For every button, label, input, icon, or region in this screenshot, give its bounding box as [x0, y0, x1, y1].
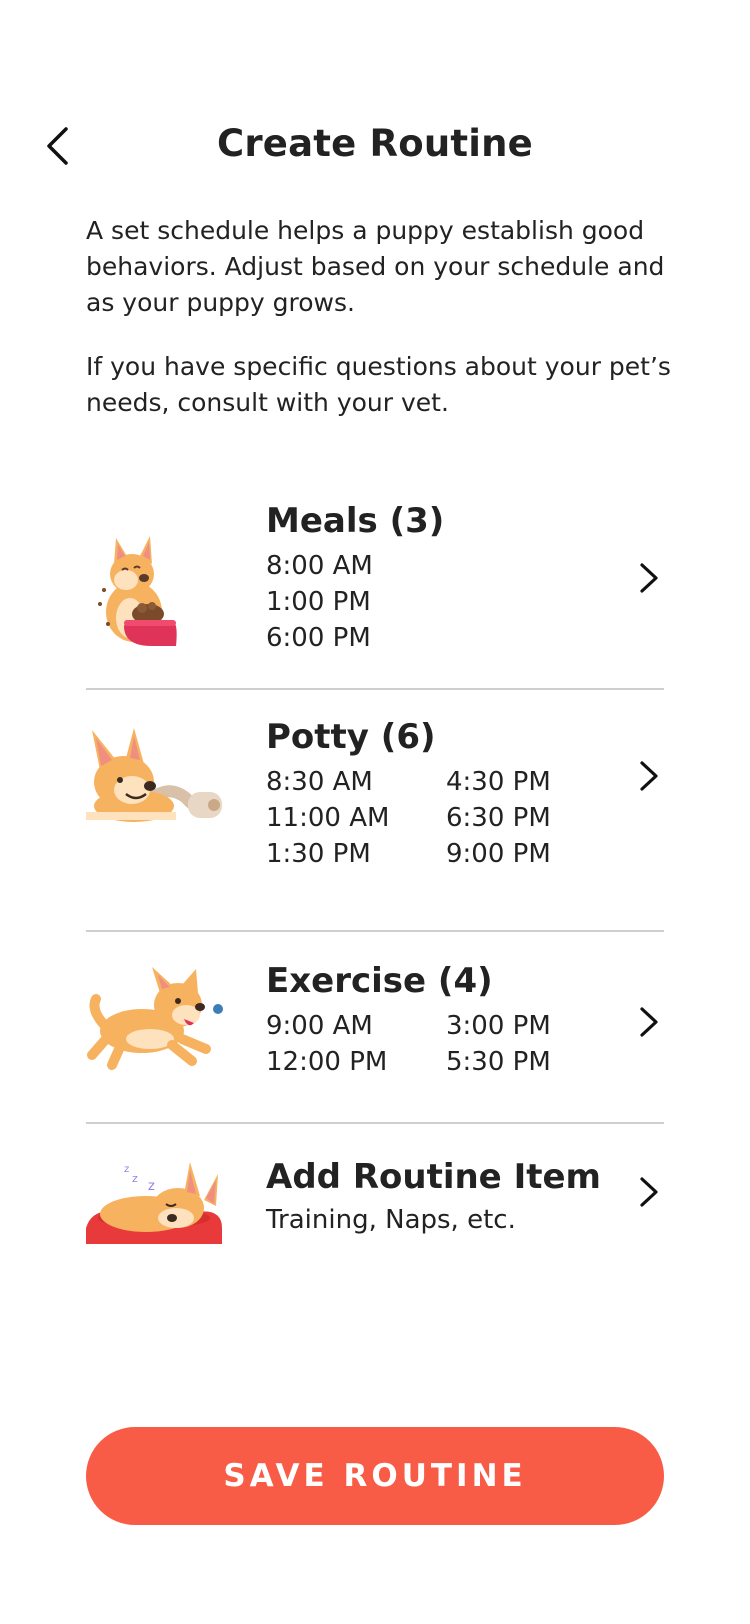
chevron-right-icon — [634, 1002, 664, 1042]
chevron-right-icon — [634, 558, 664, 598]
time-value: 6:00 PM — [266, 623, 371, 653]
time-value: 9:00 AM — [266, 1011, 373, 1041]
routine-item-potty[interactable]: Potty (6) 8:30 AM 4:30 PM 11:00 AM 6:30 … — [86, 690, 664, 932]
routine-item-exercise[interactable]: Exercise (4) 9:00 AM 3:00 PM 12:00 PM 5:… — [86, 932, 664, 1124]
time-value: 9:00 PM — [446, 839, 551, 869]
time-value: 4:30 PM — [446, 767, 551, 797]
time-value: 1:00 PM — [266, 587, 371, 617]
times-list: 8:00 AM 1:00 PM 6:00 PM — [266, 548, 664, 656]
routine-title: Potty (6) — [266, 717, 436, 757]
times-list: 8:30 AM 4:30 PM 11:00 AM 6:30 PM 1:30 PM… — [266, 764, 664, 872]
add-routine-item[interactable]: z z z Add Routine Item Training, Naps, e… — [86, 1124, 664, 1276]
intro-text: A set schedule helps a puppy establish g… — [86, 213, 676, 449]
time-value: 8:00 AM — [266, 551, 373, 581]
chevron-right-icon — [634, 1172, 664, 1212]
dog-sleeping-icon: z z z — [86, 1156, 266, 1244]
dog-running-icon — [86, 960, 266, 1080]
dog-eating-icon — [86, 500, 266, 688]
time-value: 8:30 AM — [266, 767, 373, 797]
chevron-right-icon — [634, 756, 664, 796]
time-value: 3:00 PM — [446, 1011, 551, 1041]
header: Create Routine — [0, 110, 750, 180]
routine-subtitle: Training, Naps, etc. — [266, 1205, 516, 1235]
save-routine-button[interactable]: SAVE ROUTINE — [86, 1427, 664, 1525]
routine-title: Exercise (4) — [266, 961, 493, 1001]
times-list: 9:00 AM 3:00 PM 12:00 PM 5:30 PM — [266, 1008, 664, 1080]
routine-item-meals[interactable]: Meals (3) 8:00 AM 1:00 PM 6:00 PM — [86, 500, 664, 690]
routine-title: Meals (3) — [266, 501, 445, 541]
dog-toilet-paper-icon — [86, 716, 266, 836]
time-value: 6:30 PM — [446, 803, 551, 833]
time-value: 1:30 PM — [266, 839, 371, 869]
time-value: 5:30 PM — [446, 1047, 551, 1077]
intro-paragraph-1: A set schedule helps a puppy establish g… — [86, 216, 665, 317]
intro-paragraph-2: If you have specific questions about you… — [86, 352, 671, 417]
svg-text:z: z — [132, 1172, 138, 1185]
svg-text:z: z — [124, 1164, 129, 1175]
svg-text:z: z — [148, 1179, 155, 1194]
page-title: Create Routine — [217, 122, 533, 165]
time-value: 12:00 PM — [266, 1047, 388, 1077]
routine-title: Add Routine Item — [266, 1157, 601, 1197]
time-value: 11:00 AM — [266, 803, 390, 833]
routine-list: Meals (3) 8:00 AM 1:00 PM 6:00 PM Potty … — [86, 500, 664, 1276]
